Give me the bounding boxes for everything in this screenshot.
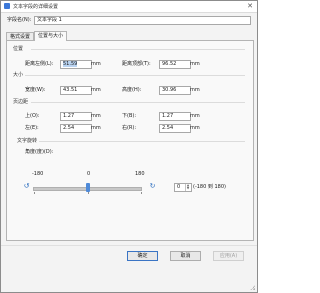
field-name-label: 字段名(N): [7, 17, 32, 23]
angle-slider-thumb[interactable] [86, 183, 90, 192]
rotation-heading: 文字旋转 [17, 138, 38, 144]
angle-spinner[interactable]: ▲ ▼ [185, 184, 190, 191]
width-input[interactable]: 43.51 [60, 86, 92, 95]
slider-mid-label: 0 [87, 171, 91, 177]
ok-button[interactable]: 确定 [127, 251, 158, 261]
margin-top-label: 上(O): [25, 113, 40, 119]
apply-button[interactable]: 应用(A) [213, 251, 244, 261]
margin-top-input[interactable]: 1.27 [60, 112, 92, 121]
top-distance-unit: mm [190, 61, 200, 67]
top-distance-label: 距离顶部(T): [122, 61, 151, 67]
slider-tick [141, 192, 142, 194]
left-distance-label: 距离左侧(L): [25, 61, 54, 67]
footer-divider [1, 245, 257, 246]
height-unit: mm [190, 87, 200, 93]
left-distance-value: 51.59 [63, 61, 78, 67]
height-input[interactable]: 30.96 [159, 86, 191, 95]
slider-tick [88, 192, 89, 194]
field-name-value: 文本字段 1 [37, 17, 62, 23]
size-heading: 大小 [13, 72, 24, 78]
left-distance-input[interactable]: 51.59 [60, 60, 92, 69]
top-distance-input[interactable]: 96.52 [159, 60, 191, 69]
height-value: 30.96 [162, 87, 177, 93]
margin-top-value: 1.27 [63, 113, 75, 119]
margin-bottom-label: 下(B): [122, 113, 137, 119]
rotate-right-icon[interactable]: ↻ [149, 183, 156, 190]
margin-right-value: 2.54 [162, 125, 174, 131]
tab-position-size[interactable]: 位置与大小 [34, 31, 68, 41]
angle-value: 0 [177, 184, 181, 190]
window-title: 文本字段的详细设置 [13, 4, 59, 10]
slider-tick [34, 192, 35, 194]
field-name-input[interactable]: 文本字段 1 [34, 16, 251, 25]
size-divider [25, 75, 245, 76]
position-divider [31, 49, 245, 50]
cancel-button[interactable]: 取消 [170, 251, 201, 261]
slider-max-label: 180 [135, 171, 145, 177]
margin-right-input[interactable]: 2.54 [159, 124, 191, 133]
width-label: 宽度(W): [25, 87, 46, 93]
position-heading: 位置 [13, 46, 24, 52]
height-label: 高度(H): [122, 87, 142, 93]
margin-left-unit: mm [91, 125, 101, 131]
margin-bottom-input[interactable]: 1.27 [159, 112, 191, 121]
margin-top-unit: mm [91, 113, 101, 119]
rotation-divider [39, 141, 245, 142]
width-value: 43.51 [63, 87, 78, 93]
margins-divider [31, 102, 245, 103]
resize-grip[interactable] [250, 285, 255, 290]
dialog-window: 文本字段的详细设置 ✕ 字段名(N): 文本字段 1 格式设置 位置与大小 位置… [0, 0, 258, 293]
apply-button-label: 应用(A) [219, 253, 238, 259]
ok-button-label: 确定 [137, 253, 148, 259]
margin-bottom-value: 1.27 [162, 113, 174, 119]
position-size-panel: 位置 距离左侧(L): 51.59 mm 距离顶部(T): 96.52 mm 大… [6, 40, 254, 241]
width-unit: mm [91, 87, 101, 93]
angle-range-hint: (-180 到 180) [193, 184, 226, 190]
margin-bottom-unit: mm [190, 113, 200, 119]
cancel-button-label: 取消 [180, 253, 191, 259]
margin-left-value: 2.54 [63, 125, 75, 131]
margin-left-label: 左(E): [25, 125, 39, 131]
top-distance-value: 96.52 [162, 61, 177, 67]
title-bar: 文本字段的详细设置 ✕ [1, 1, 257, 13]
margins-heading: 页边距 [13, 99, 29, 105]
app-icon [4, 3, 10, 9]
rotate-left-icon[interactable]: ↺ [23, 183, 30, 190]
angle-label: 角度(度)(D): [25, 149, 54, 155]
close-icon[interactable]: ✕ [246, 2, 254, 10]
tab-position-size-label: 位置与大小 [38, 33, 64, 39]
margin-right-label: 右(R): [122, 125, 137, 131]
left-distance-unit: mm [91, 61, 101, 67]
margin-right-unit: mm [190, 125, 200, 131]
slider-min-label: -180 [32, 171, 44, 177]
margin-left-input[interactable]: 2.54 [60, 124, 92, 133]
